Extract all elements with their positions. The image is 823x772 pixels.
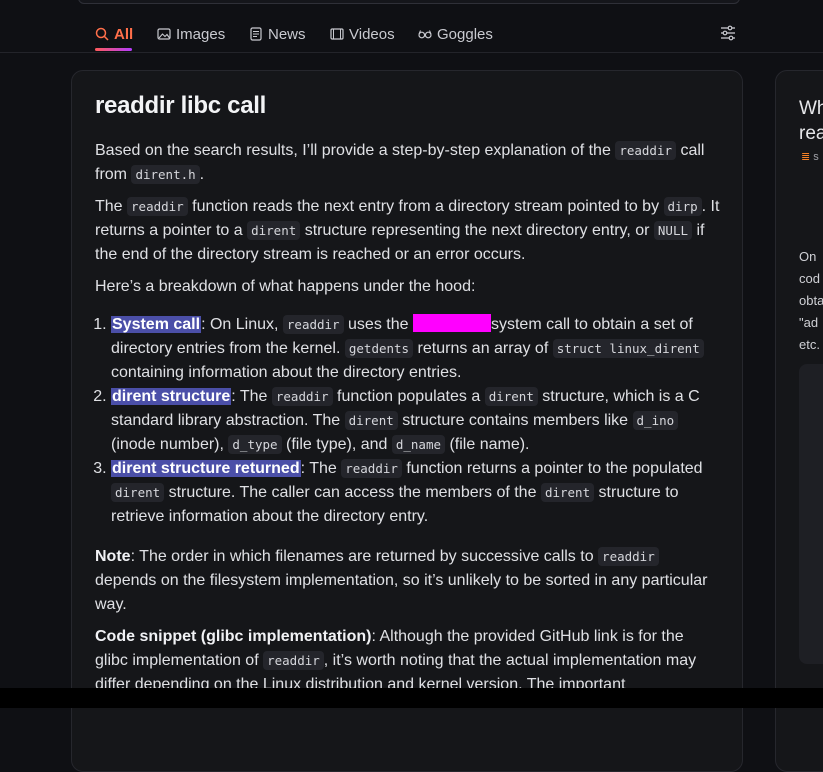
side-result-title[interactable]: Wh rea [799, 96, 823, 146]
inline-code: dirent.h [131, 165, 200, 184]
inline-code: getdents [344, 339, 414, 358]
inline-code: dirent [111, 483, 165, 502]
tab-all[interactable]: All [95, 22, 133, 46]
function-paragraph: The readdir function reads the next entr… [95, 195, 720, 267]
meta-text: s [813, 151, 819, 163]
title-line: Wh [799, 98, 823, 119]
text: function populates a [337, 388, 481, 405]
side-code-block [799, 364, 823, 664]
tab-goggles[interactable]: Goggles [418, 22, 493, 46]
text: : The [300, 460, 337, 477]
search-icon [95, 27, 109, 41]
tab-label: All [114, 25, 134, 43]
search-tabs: All Images News Videos Goggles [0, 0, 823, 53]
tab-label: Videos [349, 25, 395, 43]
inline-code: dirp [663, 197, 702, 216]
inline-code: readdir [271, 387, 333, 406]
steps-list: System call: On Linux, readdir uses the … [95, 313, 720, 529]
filter-settings-icon[interactable] [720, 25, 736, 41]
tab-news[interactable]: News [249, 22, 306, 46]
text: structure contains members like [402, 412, 629, 429]
tab-label: News [268, 25, 306, 43]
text: : On Linux, [201, 316, 279, 333]
highlight-label[interactable]: dirent structure returned [111, 460, 301, 477]
goggles-icon [418, 30, 432, 39]
text: (inode number), [111, 436, 224, 453]
text: The [95, 198, 123, 215]
text: : The order in which filenames are retur… [130, 548, 594, 565]
redacted-block [412, 314, 491, 332]
text: function reads the next entry from a dir… [192, 198, 660, 215]
highlight-label[interactable]: dirent structure [111, 388, 232, 405]
bottom-bar [0, 688, 823, 708]
list-item: System call: On Linux, readdir uses the … [111, 313, 720, 385]
text: . [199, 166, 205, 183]
text: structure. The caller can access the mem… [168, 484, 537, 501]
inline-code: dirent [247, 221, 301, 240]
inline-code: dirent [344, 411, 398, 430]
side-result-meta: ≣ s [801, 150, 819, 163]
snippet-line: cod [799, 271, 820, 286]
note-label: Note [95, 548, 131, 565]
text: (file name). [449, 436, 530, 453]
note-paragraph: Note: The order in which filenames are r… [95, 545, 720, 617]
breakdown-paragraph: Here’s a breakdown of what happens under… [95, 278, 476, 295]
text: function returns a pointer to the popula… [406, 460, 703, 477]
inline-code: readdir [341, 459, 402, 478]
image-icon [157, 28, 171, 40]
text: : The [231, 388, 268, 405]
snippet-label: Code snippet (glibc implementation) [95, 628, 372, 645]
tab-images[interactable]: Images [157, 22, 225, 46]
stackoverflow-icon: ≣ [801, 151, 811, 163]
text: containing information about the directo… [111, 364, 462, 381]
title-line: rea [799, 123, 823, 144]
text: (file type), and [286, 436, 388, 453]
snippet-line: etc. [799, 337, 820, 352]
tab-label: Goggles [437, 25, 493, 43]
list-item: dirent structure: The readdir function p… [111, 385, 720, 457]
inline-code: readdir [598, 547, 659, 566]
film-icon [330, 28, 344, 40]
snippet-line: On [799, 249, 817, 264]
inline-code: dirent [540, 483, 595, 502]
text: structure representing the next director… [304, 222, 650, 239]
snippet-line: "ad [799, 315, 819, 330]
text: depends on the filesystem implementation… [95, 572, 708, 613]
inline-code: dirent [484, 387, 538, 406]
text: Based on the search results, I’ll provid… [95, 142, 611, 159]
inline-code: readdir [282, 315, 344, 334]
side-result-snippet: On cod obta "ad etc. [799, 246, 823, 356]
inline-code: struct linux_dirent [552, 339, 704, 358]
list-item: dirent structure returned: The readdir f… [111, 457, 720, 529]
summary-content: Based on the search results, I’ll provid… [95, 139, 720, 705]
intro-paragraph: Based on the search results, I’ll provid… [95, 139, 720, 187]
inline-code: NULL [653, 221, 693, 240]
news-icon [250, 27, 262, 41]
summary-title: readdir libc call [95, 92, 266, 119]
text: uses the [348, 316, 409, 333]
text: returns an array of [417, 340, 549, 357]
tab-label: Images [176, 25, 226, 43]
inline-code: d_type [228, 435, 282, 454]
tab-videos[interactable]: Videos [330, 22, 395, 46]
active-tab-indicator [95, 48, 132, 51]
inline-code: d_name [391, 435, 446, 454]
inline-code: readdir [615, 141, 676, 160]
snippet-line: obta [799, 293, 823, 308]
highlight-label[interactable]: System call [111, 316, 202, 333]
inline-code: readdir [127, 197, 188, 216]
snippet-paragraph: Code snippet (glibc implementation): Alt… [95, 625, 720, 697]
inline-code: readdir [263, 651, 324, 670]
inline-code: d_ino [632, 411, 679, 430]
